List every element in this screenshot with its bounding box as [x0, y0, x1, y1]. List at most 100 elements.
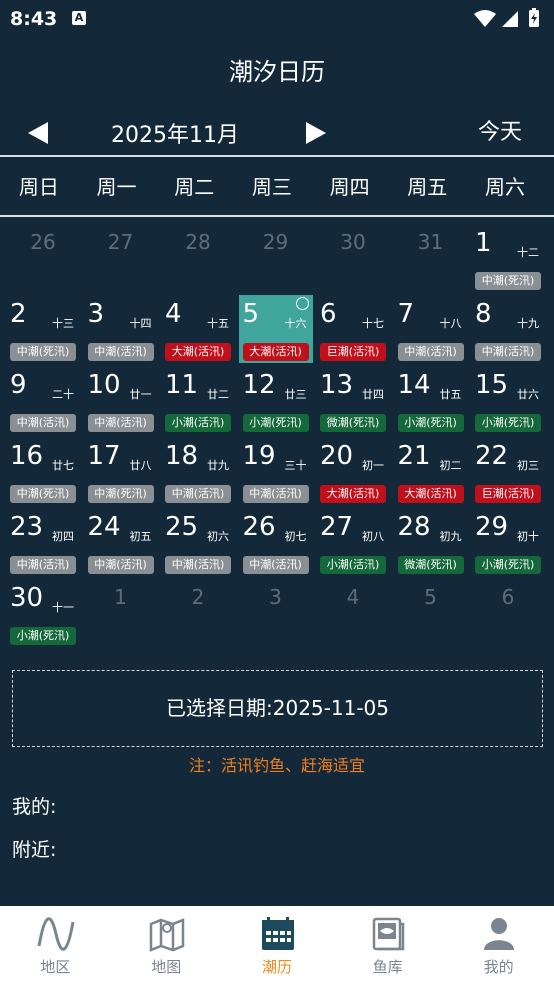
- lunar-date: 十二: [517, 246, 539, 259]
- day-number: 29: [475, 512, 509, 542]
- calendar-day[interactable]: 26 初七 中潮(活汛): [239, 508, 313, 576]
- calendar-day-other-month[interactable]: 4: [316, 579, 390, 647]
- day-number: 23: [10, 512, 44, 542]
- day-number: 6: [501, 585, 515, 609]
- calendar-day[interactable]: 3 十四 中潮(活汛): [84, 295, 158, 363]
- current-month: 2025年11月: [111, 123, 239, 148]
- calendar-day[interactable]: 4 十五 大潮(活汛): [161, 295, 235, 363]
- tab-region[interactable]: 地区: [0, 906, 111, 984]
- calendar-day-other-month[interactable]: 26: [6, 224, 80, 292]
- arrow-left-icon: [28, 122, 48, 144]
- day-number: 13: [320, 370, 354, 400]
- lunar-date: 初十: [517, 530, 539, 543]
- tab-map[interactable]: 地图: [111, 906, 222, 984]
- calendar-day[interactable]: 21 初二 大潮(活汛): [394, 437, 468, 505]
- day-number: 21: [397, 441, 431, 471]
- day-number: 26: [242, 512, 276, 542]
- day-number: 12: [242, 370, 276, 400]
- calendar-day[interactable]: 6 十七 巨潮(活汛): [316, 295, 390, 363]
- weekday-label: 周五: [407, 175, 448, 199]
- calendar-day[interactable]: 12 廿三 小潮(死汛): [239, 366, 313, 434]
- calendar-day[interactable]: 24 初五 中潮(活汛): [84, 508, 158, 576]
- calendar-day[interactable]: 22 初三 巨潮(活汛): [471, 437, 545, 505]
- calendar-day[interactable]: 28 初九 微潮(死汛): [394, 508, 468, 576]
- lunar-date: 廿一: [129, 388, 152, 401]
- calendar-day-other-month[interactable]: 29: [239, 224, 313, 292]
- lunar-date: 三十: [284, 459, 307, 472]
- calendar-day-other-month[interactable]: 6: [471, 579, 545, 647]
- calendar-day[interactable]: 13 廿四 微潮(死汛): [316, 366, 390, 434]
- note-text: 注：活讯钓鱼、赶海适宜: [188, 756, 365, 775]
- calendar-day-other-month[interactable]: 2: [161, 579, 235, 647]
- calendar-day-other-month[interactable]: 31: [394, 224, 468, 292]
- lunar-date: 初一: [362, 459, 384, 472]
- tide-badge: 大潮(活汛): [165, 343, 231, 361]
- calendar-day[interactable]: 18 廿九 中潮(活汛): [161, 437, 235, 505]
- selected-date-text: 已选择日期:2025-11-05: [166, 696, 389, 720]
- calendar-day[interactable]: 25 初六 中潮(活汛): [161, 508, 235, 576]
- day-number: 30: [10, 583, 44, 613]
- calendar-day[interactable]: 15 廿六 小潮(死汛): [471, 366, 545, 434]
- day-number: 1: [114, 585, 127, 609]
- lunar-date: 十八: [439, 317, 462, 330]
- lunar-date: 廿八: [129, 459, 152, 472]
- tide-badge: 小潮(活汛): [320, 556, 386, 574]
- divider: [0, 215, 554, 217]
- calendar-day-other-month[interactable]: 3: [239, 579, 313, 647]
- a-notification-icon: A: [72, 11, 86, 25]
- tide-badge: 小潮(死汛): [10, 627, 76, 645]
- day-number: 31: [417, 230, 444, 254]
- calendar-day-other-month[interactable]: 28: [161, 224, 235, 292]
- tide-badge: 小潮(死汛): [475, 414, 541, 432]
- calendar-day[interactable]: 2 十三 中潮(死汛): [6, 295, 80, 363]
- calendar-day[interactable]: 27 初八 小潮(活汛): [316, 508, 390, 576]
- day-number: 18: [165, 441, 199, 471]
- prev-month-button[interactable]: [26, 118, 56, 148]
- calendar-day[interactable]: 23 初四 中潮(活汛): [6, 508, 80, 576]
- calendar-day[interactable]: 30 十一 小潮(死汛): [6, 579, 80, 647]
- calendar-day[interactable]: 10 廿一 中潮(活汛): [84, 366, 158, 434]
- day-number: 20: [320, 441, 354, 471]
- day-number: 3: [269, 585, 282, 609]
- calendar-day[interactable]: 8 十九 中潮(活汛): [471, 295, 545, 363]
- calendar-day-other-month[interactable]: 30: [316, 224, 390, 292]
- lunar-date: 初八: [362, 530, 384, 543]
- lunar-date: 廿四: [362, 388, 384, 401]
- wifi-icon: [474, 10, 496, 27]
- tide-badge: 中潮(活汛): [165, 485, 231, 503]
- day-number: 29: [262, 230, 289, 254]
- day-number: 6: [320, 299, 337, 329]
- next-month-button[interactable]: [300, 118, 330, 148]
- weekday-header: 周日 周一 周二 周三 周四 周五 周六: [0, 158, 554, 216]
- calendar-day[interactable]: 19 三十 中潮(活汛): [239, 437, 313, 505]
- calendar-day[interactable]: 16 廿七 中潮(死汛): [6, 437, 80, 505]
- tab-fish-library[interactable]: 鱼库: [332, 906, 443, 984]
- calendar-day[interactable]: 5 十六 大潮(活汛): [238, 295, 313, 363]
- day-number: 2: [191, 585, 205, 609]
- day-number: 5: [242, 299, 260, 329]
- calendar-day-other-month[interactable]: 5: [394, 579, 468, 647]
- calendar-day-other-month[interactable]: 27: [84, 224, 158, 292]
- month-navigation: 2025年11月 今天: [0, 112, 554, 152]
- tide-badge: 小潮(死汛): [397, 414, 464, 432]
- calendar-day[interactable]: 20 初一 大潮(活汛): [316, 437, 390, 505]
- calendar-day[interactable]: 11 廿二 小潮(活汛): [161, 366, 235, 434]
- calendar-day[interactable]: 9 二十 中潮(活汛): [6, 366, 80, 434]
- weekday-label: 周三: [251, 175, 292, 199]
- selected-circle-icon: [295, 297, 309, 310]
- weekday-label: 周一: [96, 175, 137, 199]
- weekday-label: 周六: [484, 175, 525, 199]
- status-icons: [474, 8, 544, 32]
- lunar-date: 初五: [129, 530, 152, 543]
- tab-tide-calendar[interactable]: 潮历: [222, 906, 333, 984]
- calendar-day[interactable]: 17 廿八 中潮(死汛): [84, 437, 158, 505]
- calendar-day[interactable]: 14 廿五 小潮(死汛): [394, 366, 468, 434]
- tide-badge: 中潮(活汛): [242, 485, 309, 503]
- calendar-day[interactable]: 7 十八 中潮(活汛): [394, 295, 468, 363]
- calendar-day[interactable]: 1 十二 中潮(死汛): [471, 224, 545, 292]
- today-button[interactable]: 今天: [478, 114, 522, 146]
- calendar-day-other-month[interactable]: 1: [84, 579, 158, 647]
- tab-mine[interactable]: 我的: [443, 906, 554, 984]
- lunar-date: 初二: [439, 459, 462, 472]
- calendar-day[interactable]: 29 初十 小潮(死汛): [471, 508, 545, 576]
